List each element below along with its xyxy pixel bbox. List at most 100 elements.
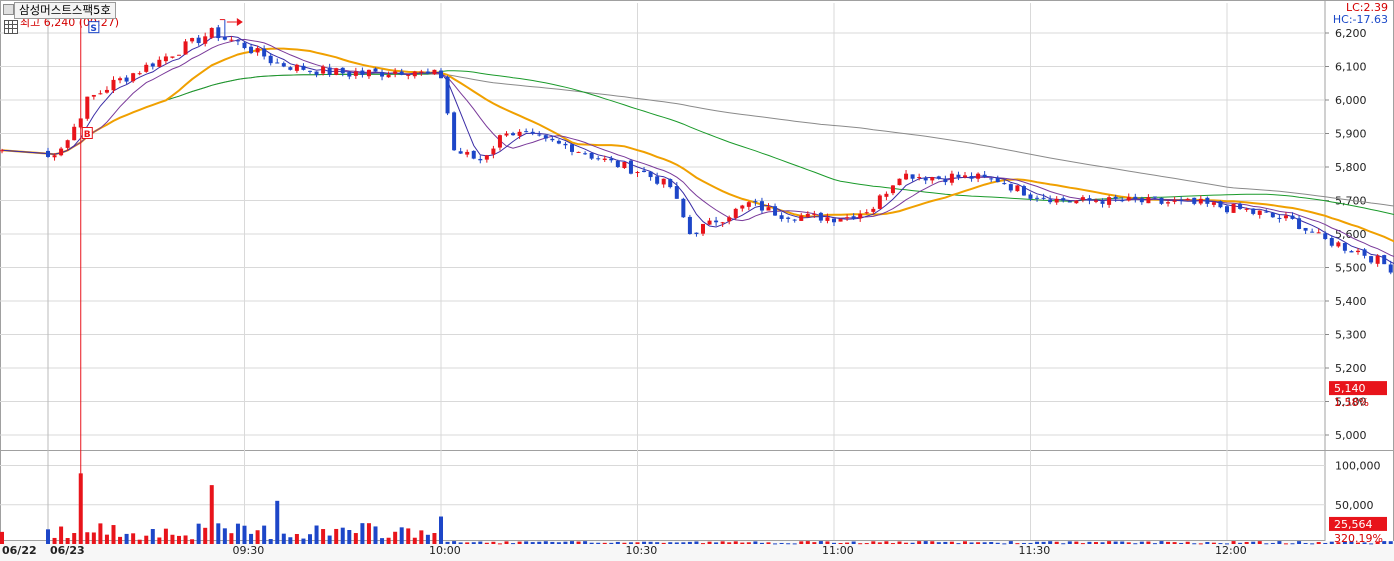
- candle-body: [897, 178, 902, 186]
- candle-body: [622, 161, 627, 169]
- volume-bar: [556, 542, 561, 544]
- volume-bar: [1146, 541, 1151, 544]
- volume-bar: [825, 541, 830, 544]
- candle-body: [458, 151, 463, 154]
- volume-bar: [222, 528, 227, 544]
- volume-bar: [576, 541, 581, 544]
- candle-body: [301, 65, 306, 70]
- candle-body: [910, 174, 915, 179]
- candle-body: [380, 72, 385, 77]
- candle-body: [294, 64, 299, 71]
- volume-bar: [203, 527, 208, 544]
- candle-body: [465, 151, 470, 155]
- candle-body: [805, 213, 810, 217]
- volume-bar: [714, 542, 719, 544]
- price-axis-label: 5,800: [1335, 161, 1367, 174]
- current-price-value: 5,140: [1334, 382, 1366, 395]
- candle-body: [681, 198, 686, 218]
- volume-bar: [537, 541, 542, 544]
- candle-body: [701, 223, 705, 234]
- candle-body: [537, 134, 542, 136]
- volume-bar: [1323, 542, 1328, 544]
- volume-bar: [1094, 542, 1098, 544]
- stock-name-box[interactable]: 삼성머스트스팩5호: [14, 2, 116, 19]
- candle-body: [1198, 198, 1203, 204]
- volume-bar: [982, 542, 987, 544]
- time-axis-label: 10:30: [626, 544, 658, 557]
- candle-body: [65, 140, 70, 148]
- volume-bar: [897, 541, 902, 544]
- volume-bar: [1310, 543, 1315, 545]
- candle-body: [104, 89, 109, 93]
- volume-bar: [1087, 541, 1092, 544]
- candle-body: [589, 152, 594, 159]
- candle-body: [1100, 201, 1105, 204]
- volume-bar: [864, 543, 869, 545]
- volume-bar: [858, 543, 863, 545]
- candle-body: [216, 27, 221, 39]
- volume-bar: [759, 542, 764, 544]
- candle-body: [779, 215, 784, 219]
- hc-indicator: HC:-17.63: [1332, 13, 1388, 26]
- volume-bar: [1192, 543, 1197, 545]
- volume-bar: [707, 541, 712, 544]
- candle-body: [288, 67, 293, 70]
- volume-bar: [393, 531, 398, 544]
- candle-body: [412, 71, 417, 77]
- candle-body: [85, 96, 90, 119]
- volume-bar: [1067, 541, 1072, 544]
- volume-bar: [373, 526, 378, 544]
- volume-bar: [439, 516, 443, 544]
- volume-bar: [976, 542, 981, 544]
- candle-body: [858, 213, 863, 219]
- volume-bar: [1225, 543, 1229, 545]
- candle-body: [759, 201, 764, 211]
- volume-bar: [543, 541, 548, 544]
- volume-bar: [563, 541, 568, 544]
- candle-body: [543, 135, 548, 139]
- candle-body: [229, 39, 234, 41]
- candle-body: [969, 176, 974, 179]
- candle-body: [1323, 233, 1328, 240]
- candle-body: [694, 232, 699, 234]
- candle-body: [334, 68, 339, 75]
- candle-body: [1087, 198, 1092, 201]
- stock-chart[interactable]: 6,2006,1006,0005,9005,8005,7005,6005,500…: [0, 0, 1394, 561]
- volume-bar: [484, 542, 489, 544]
- candle-body: [1048, 199, 1053, 203]
- pin-icon[interactable]: [3, 4, 14, 15]
- candle-body: [963, 175, 967, 178]
- volume-bar: [851, 541, 856, 544]
- volume-bar: [517, 541, 522, 544]
- volume-bar: [1316, 542, 1321, 544]
- candle-body: [982, 174, 987, 178]
- volume-bar: [183, 535, 188, 544]
- candle-body: [91, 94, 96, 97]
- price-axis-label: 5,500: [1335, 262, 1367, 275]
- candle-body: [163, 56, 168, 62]
- volume-bar: [583, 541, 588, 544]
- time-axis-label: 10:00: [429, 544, 461, 557]
- candle-body: [340, 67, 345, 74]
- volume-bar: [340, 527, 345, 544]
- candle-body: [452, 112, 457, 151]
- candle-body: [825, 217, 830, 221]
- volume-bar: [255, 530, 260, 544]
- candle-body: [642, 170, 647, 173]
- buy-signal: B: [84, 130, 91, 140]
- candle-body: [314, 71, 319, 75]
- current-volume-ratio: 320.19%: [1334, 532, 1383, 545]
- candle-body: [249, 46, 254, 54]
- table-grid-icon[interactable]: [4, 20, 18, 34]
- candle-body: [59, 148, 64, 156]
- candle-body: [799, 215, 804, 221]
- volume-bar: [786, 543, 791, 545]
- volume-bar: [570, 541, 574, 544]
- candle-body: [668, 179, 673, 188]
- volume-bar: [131, 533, 136, 544]
- volume-bar: [380, 538, 385, 544]
- candle-body: [727, 217, 732, 222]
- candle-body: [1205, 197, 1210, 204]
- candle-body: [471, 150, 476, 159]
- candle-body: [1290, 215, 1295, 219]
